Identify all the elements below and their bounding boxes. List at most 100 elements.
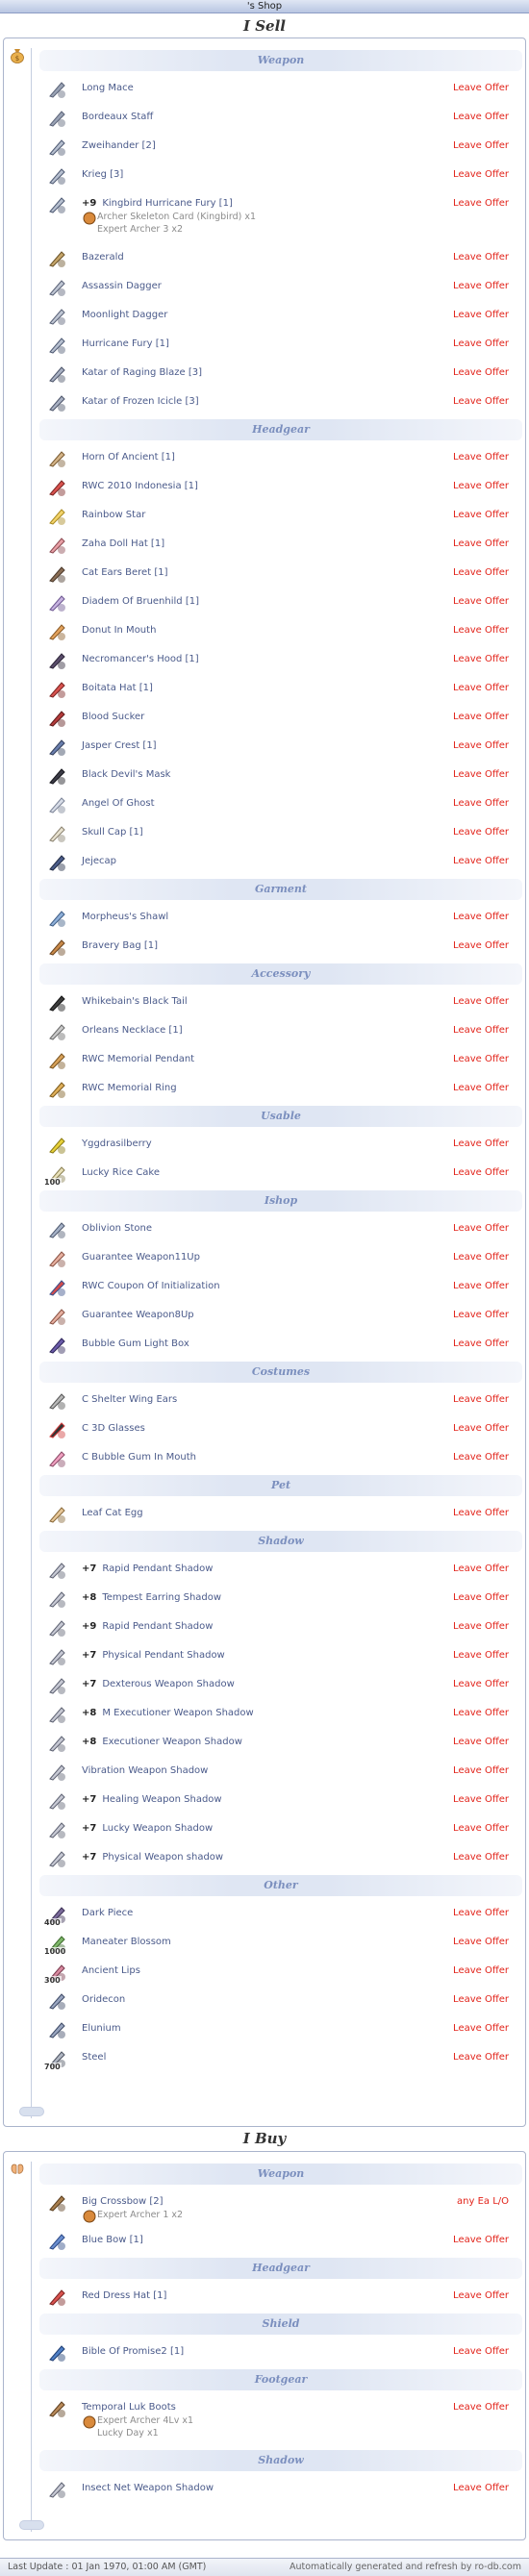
item-row[interactable]: RWC 2010 Indonesia [1] Leave Offer (39, 473, 522, 502)
leave-offer-link[interactable]: Leave Offer (453, 654, 509, 664)
sell-scroll-handle[interactable] (19, 2107, 44, 2116)
leave-offer-link[interactable]: Leave Offer (453, 1708, 509, 1718)
item-name-link[interactable]: Yggdrasilberry (82, 1138, 152, 1149)
leave-offer-link[interactable]: Leave Offer (453, 740, 509, 751)
leave-offer-link[interactable]: Leave Offer (453, 83, 509, 93)
leave-offer-link[interactable]: Leave Offer (453, 1908, 509, 1918)
item-name-link[interactable]: RWC 2010 Indonesia [1] (82, 481, 198, 491)
leave-offer-link[interactable]: Leave Offer (453, 1994, 509, 2005)
leave-offer-link[interactable]: Leave Offer (453, 367, 509, 378)
leave-offer-link[interactable]: Leave Offer (453, 1508, 509, 1518)
leave-offer-link[interactable]: Leave Offer (453, 2023, 509, 2034)
leave-offer-link[interactable]: Leave Offer (453, 510, 509, 520)
item-row[interactable]: Yggdrasilberry Leave Offer (39, 1131, 522, 1160)
leave-offer-link[interactable]: Leave Offer (453, 856, 509, 866)
item-name-link[interactable]: Necromancer's Hood [1] (82, 654, 199, 664)
item-name-link[interactable]: Insect Net Weapon Shadow (82, 2483, 214, 2493)
item-row[interactable]: Moonlight Dagger Leave Offer (39, 302, 522, 331)
leave-offer-link[interactable]: Leave Offer (453, 481, 509, 491)
item-name-link[interactable]: Guarantee Weapon11Up (82, 1252, 200, 1263)
item-row[interactable]: Krieg [3] Leave Offer (39, 162, 522, 190)
leave-offer-link[interactable]: Leave Offer (453, 452, 509, 463)
leave-offer-link[interactable]: Leave Offer (453, 1054, 509, 1064)
item-row[interactable]: 1000 Maneater Blossom Leave Offer (39, 1929, 522, 1958)
leave-offer-link[interactable]: Leave Offer (453, 996, 509, 1007)
item-name-link[interactable]: C 3D Glasses (82, 1423, 145, 1434)
leave-offer-link[interactable]: Leave Offer (453, 1423, 509, 1434)
item-name-link[interactable]: Donut In Mouth (82, 625, 156, 636)
item-row[interactable]: +7 Physical Weapon shadow Leave Offer (39, 1844, 522, 1873)
leave-offer-link[interactable]: any Ea L/O (457, 2196, 509, 2207)
leave-offer-link[interactable]: Leave Offer (453, 1937, 509, 1947)
item-name-link[interactable]: Elunium (82, 2023, 121, 2034)
leave-offer-link[interactable]: Leave Offer (453, 2402, 509, 2413)
item-name-link[interactable]: Bordeaux Staff (82, 112, 153, 122)
leave-offer-link[interactable]: Leave Offer (453, 596, 509, 607)
item-name-link[interactable]: Steel (82, 2052, 106, 2063)
leave-offer-link[interactable]: Leave Offer (453, 798, 509, 809)
item-row[interactable]: Horn Of Ancient [1] Leave Offer (39, 444, 522, 473)
item-row[interactable]: Assassin Dagger Leave Offer (39, 273, 522, 302)
item-name-link[interactable]: +8 M Executioner Weapon Shadow (82, 1708, 254, 1718)
item-row[interactable]: Insect Net Weapon Shadow Leave Offer (39, 2475, 522, 2504)
item-name-link[interactable]: Bravery Bag [1] (82, 940, 158, 951)
item-name-link[interactable]: Lucky Rice Cake (82, 1167, 160, 1178)
item-name-link[interactable]: Morpheus's Shawl (82, 912, 168, 922)
leave-offer-link[interactable]: Leave Offer (453, 940, 509, 951)
item-row[interactable]: Morpheus's Shawl Leave Offer (39, 904, 522, 933)
item-row[interactable]: RWC Memorial Pendant Leave Offer (39, 1046, 522, 1075)
item-row[interactable]: Katar of Raging Blaze [3] Leave Offer (39, 360, 522, 388)
item-row[interactable]: Jasper Crest [1] Leave Offer (39, 733, 522, 762)
item-row[interactable]: +7 Physical Pendant Shadow Leave Offer (39, 1642, 522, 1671)
item-row[interactable]: Katar of Frozen Icicle [3] Leave Offer (39, 388, 522, 417)
item-name-link[interactable]: Krieg [3] (82, 169, 123, 180)
item-name-link[interactable]: +9 Rapid Pendant Shadow (82, 1621, 213, 1632)
leave-offer-link[interactable]: Leave Offer (453, 1138, 509, 1149)
leave-offer-link[interactable]: Leave Offer (453, 1281, 509, 1291)
leave-offer-link[interactable]: Leave Offer (453, 827, 509, 838)
leave-offer-link[interactable]: Leave Offer (453, 683, 509, 693)
item-name-link[interactable]: Rainbow Star (82, 510, 145, 520)
item-name-link[interactable]: Jasper Crest [1] (82, 740, 157, 751)
item-name-link[interactable]: Hurricane Fury [1] (82, 338, 169, 349)
leave-offer-link[interactable]: Leave Offer (453, 769, 509, 780)
item-row[interactable]: Long Mace Leave Offer (39, 75, 522, 104)
item-name-link[interactable]: +7 Dexterous Weapon Shadow (82, 1679, 235, 1689)
item-name-link[interactable]: RWC Coupon Of Initialization (82, 1281, 220, 1291)
item-name-link[interactable]: +7 Rapid Pendant Shadow (82, 1563, 213, 1574)
item-row[interactable]: Blood Sucker Leave Offer (39, 704, 522, 733)
leave-offer-link[interactable]: Leave Offer (453, 1650, 509, 1661)
item-name-link[interactable]: +7 Healing Weapon Shadow (82, 1794, 222, 1805)
item-row[interactable]: 100 Lucky Rice Cake Leave Offer (39, 1160, 522, 1188)
leave-offer-link[interactable]: Leave Offer (453, 2483, 509, 2493)
item-name-link[interactable]: Dark Piece (82, 1908, 133, 1918)
item-row[interactable]: +7 Rapid Pendant Shadow Leave Offer (39, 1556, 522, 1585)
item-name-link[interactable]: Oblivion Stone (82, 1223, 152, 1234)
leave-offer-link[interactable]: Leave Offer (453, 310, 509, 320)
leave-offer-link[interactable]: Leave Offer (453, 2290, 509, 2301)
leave-offer-link[interactable]: Leave Offer (453, 1563, 509, 1574)
item-name-link[interactable]: RWC Memorial Ring (82, 1083, 177, 1093)
item-name-link[interactable]: Katar of Frozen Icicle [3] (82, 396, 199, 407)
item-row[interactable]: Oblivion Stone Leave Offer (39, 1215, 522, 1244)
item-row[interactable]: RWC Coupon Of Initialization Leave Offer (39, 1273, 522, 1302)
item-row[interactable]: Temporal Luk Boots Leave Offer Expert Arch… (39, 2394, 522, 2448)
item-name-link[interactable]: Blue Bow [1] (82, 2235, 143, 2245)
item-row[interactable]: 700 Steel Leave Offer (39, 2044, 522, 2073)
item-name-link[interactable]: +8 Executioner Weapon Shadow (82, 1737, 242, 1747)
item-row[interactable]: +8 Tempest Earring Shadow Leave Offer (39, 1585, 522, 1613)
item-name-link[interactable]: Big Crossbow [2] (82, 2196, 164, 2207)
leave-offer-link[interactable]: Leave Offer (453, 338, 509, 349)
leave-offer-link[interactable]: Leave Offer (453, 1852, 509, 1863)
item-row[interactable]: +7 Lucky Weapon Shadow Leave Offer (39, 1815, 522, 1844)
item-row[interactable]: Leaf Cat Egg Leave Offer (39, 1500, 522, 1529)
item-name-link[interactable]: Angel Of Ghost (82, 798, 155, 809)
item-row[interactable]: Zweihander [2] Leave Offer (39, 133, 522, 162)
leave-offer-link[interactable]: Leave Offer (453, 252, 509, 263)
item-row[interactable]: Donut In Mouth Leave Offer (39, 617, 522, 646)
item-row[interactable]: +7 Healing Weapon Shadow Leave Offer (39, 1787, 522, 1815)
item-name-link[interactable]: Long Mace (82, 83, 134, 93)
leave-offer-link[interactable]: Leave Offer (453, 2346, 509, 2357)
item-name-link[interactable]: Jejecap (82, 856, 116, 866)
item-row[interactable]: RWC Memorial Ring Leave Offer (39, 1075, 522, 1104)
